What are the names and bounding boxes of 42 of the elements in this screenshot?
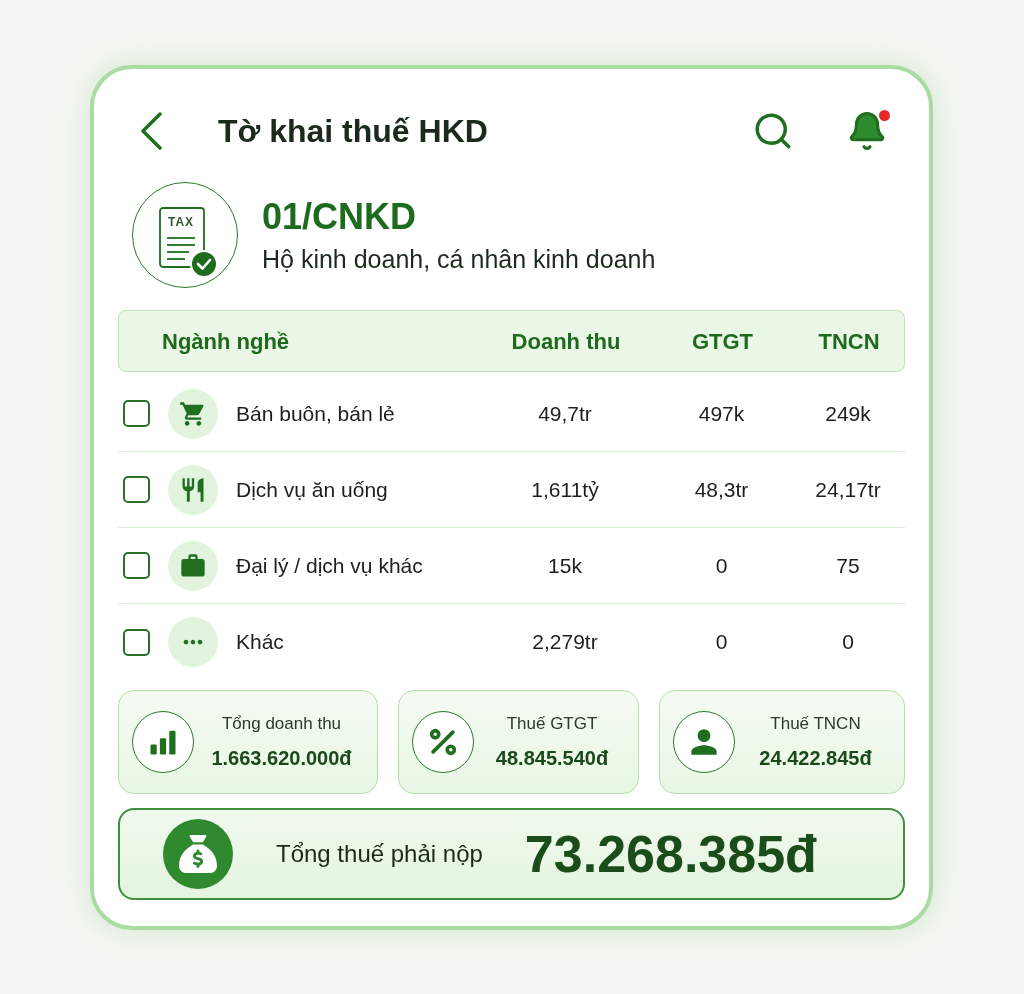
- briefcase-icon: [168, 540, 218, 591]
- industry-name: Bán buôn, bán lẻ: [236, 400, 395, 427]
- row-checkbox[interactable]: [123, 400, 150, 427]
- industry-name: Khác: [236, 629, 284, 656]
- row-checkbox[interactable]: [123, 628, 150, 656]
- revenue-cell-text: 15k: [547, 552, 583, 579]
- back-icon[interactable]: [140, 112, 162, 150]
- summary-value: 1.663.620.000đ: [211, 745, 352, 771]
- summary-label: Tổng doanh thu: [221, 713, 342, 736]
- pit-cell-text: 249k: [824, 400, 872, 427]
- vat-cell-text: 48,3tr: [693, 476, 750, 503]
- column-header: TNCN: [817, 327, 881, 356]
- cart-icon: [168, 388, 218, 439]
- column-header: Doanh thu: [510, 327, 622, 356]
- summary-value: 24.422.845đ: [759, 745, 872, 771]
- industry-name: Dịch vụ ăn uống: [236, 476, 388, 503]
- summary-label: Thuế TNCN: [770, 713, 861, 736]
- form-description: Hộ kinh doanh, cá nhân kinh doanh: [262, 244, 656, 274]
- pit-cell-text: 75: [835, 552, 861, 579]
- total-label: Tổng thuế phải nộp: [276, 839, 483, 869]
- page-title: Tờ khai thuế HKD: [218, 112, 488, 151]
- vat-cell-text: 0: [714, 552, 729, 579]
- row-checkbox[interactable]: [123, 552, 150, 579]
- vat-cell-text: 497k: [697, 400, 746, 427]
- tax-label: TAX: [168, 215, 195, 229]
- revenue-cell-text: 49,7tr: [537, 400, 593, 427]
- form-code: 01/CNKD: [262, 196, 418, 238]
- summary-label: Thuế GTGT: [506, 713, 598, 736]
- document-check-icon: [159, 207, 219, 279]
- revenue-cell-text: 1,611tỷ: [530, 476, 600, 503]
- fork-knife-icon: [168, 464, 218, 515]
- dots-icon: [168, 617, 218, 667]
- summary-value: 48.845.540đ: [495, 745, 609, 771]
- pit-cell-text: 24,17tr: [814, 476, 882, 503]
- industry-name: Đại lý / dịch vụ khác: [236, 552, 423, 579]
- column-header: Ngành nghề: [161, 327, 291, 356]
- pit-cell-text: 0: [841, 629, 855, 656]
- row-checkbox[interactable]: [123, 476, 150, 503]
- column-header: GTGT: [690, 327, 755, 356]
- total-amount: 73.268.385đ: [524, 824, 817, 884]
- vat-cell-text: 0: [714, 629, 729, 656]
- revenue-cell-text: 2,279tr: [531, 629, 599, 656]
